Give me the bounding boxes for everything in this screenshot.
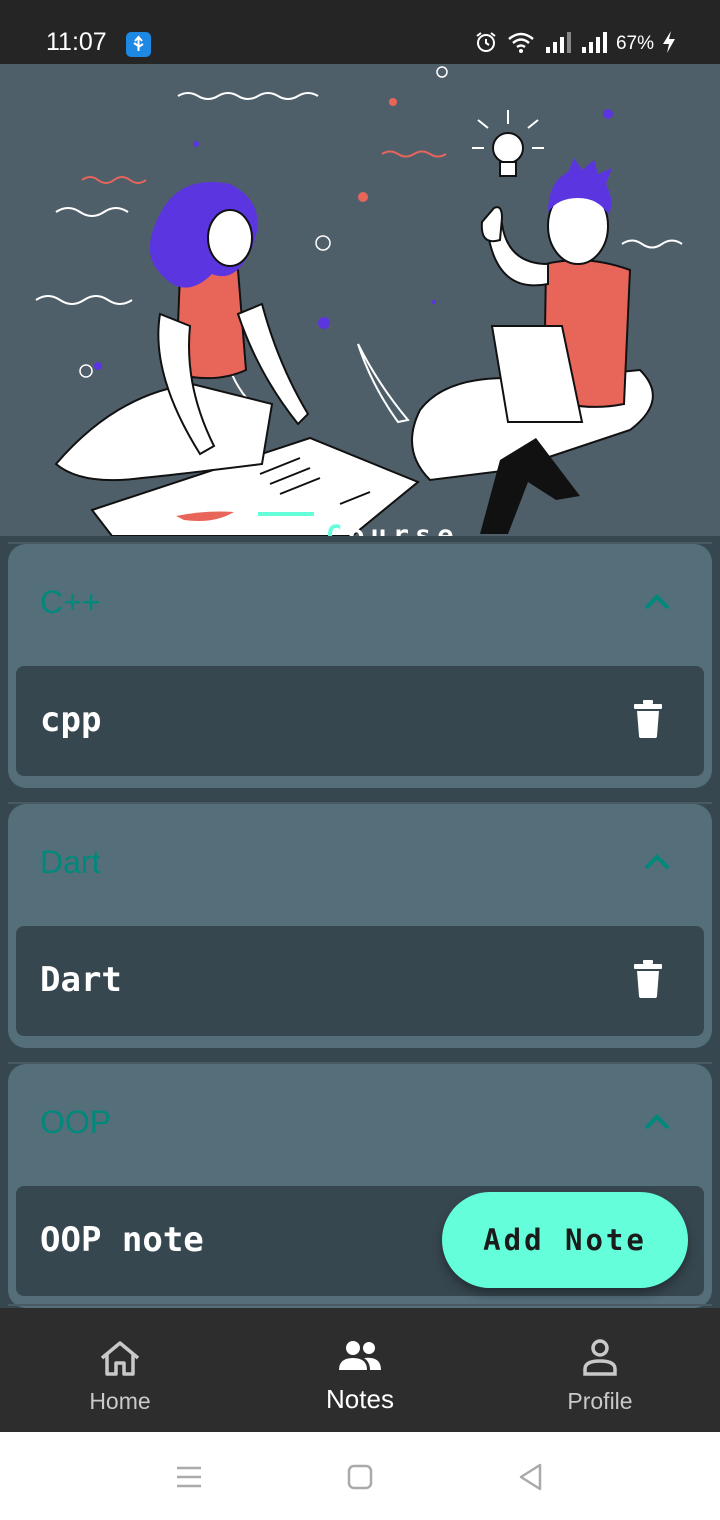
course-title: OOP — [40, 1104, 112, 1140]
trash-icon[interactable] — [634, 960, 662, 998]
battery-level: 67% — [615, 33, 654, 54]
note-item[interactable]: Dart — [16, 926, 704, 1036]
system-navigation-bar — [0, 1432, 720, 1520]
bottom-navigation: Home Notes Profile — [0, 1308, 720, 1432]
note-title: Dart — [40, 960, 122, 1000]
person-icon — [583, 1339, 617, 1376]
back-icon[interactable] — [516, 1462, 546, 1492]
note-title: OOP note — [40, 1220, 204, 1260]
home-icon — [100, 1341, 140, 1376]
wifi-icon — [506, 30, 536, 59]
recents-icon[interactable] — [174, 1462, 204, 1492]
nav-label-profile: Profile — [567, 1388, 633, 1414]
hero-title: Course — [326, 520, 460, 536]
nav-label-notes: Notes — [326, 1384, 394, 1414]
note-title: cpp — [40, 700, 102, 740]
signal-icon-2 — [580, 31, 608, 58]
course-card-dart: Dart Dart — [8, 804, 712, 1048]
course-card-cpp: C++ cpp — [8, 544, 712, 788]
charging-icon — [662, 30, 676, 59]
add-note-button[interactable]: Add Note — [442, 1192, 688, 1288]
nav-item-home[interactable]: Home — [0, 1308, 240, 1432]
hero-title-underline — [258, 512, 314, 516]
people-icon — [339, 1341, 381, 1370]
course-title: Dart — [40, 844, 101, 880]
status-time: 11:07 — [46, 28, 107, 56]
nav-label-home: Home — [89, 1388, 151, 1414]
divider — [8, 1304, 712, 1306]
signal-icon — [544, 31, 572, 58]
usb-icon — [126, 32, 151, 57]
home-square-icon[interactable] — [345, 1462, 375, 1492]
note-item[interactable]: cpp — [16, 666, 704, 776]
chevron-up-icon[interactable] — [642, 1112, 672, 1132]
nav-item-notes[interactable]: Notes — [240, 1308, 480, 1432]
course-title: C++ — [40, 584, 101, 620]
alarm-icon — [474, 30, 498, 59]
hero-illustration — [35, 66, 683, 536]
status-icons: 67% — [474, 30, 676, 59]
chevron-up-icon[interactable] — [642, 852, 672, 872]
chevron-up-icon[interactable] — [642, 592, 672, 612]
status-bar: 11:07 67% — [0, 0, 720, 64]
hero-banner: Course — [0, 64, 720, 536]
nav-item-profile[interactable]: Profile — [480, 1308, 720, 1432]
trash-icon[interactable] — [634, 700, 662, 738]
